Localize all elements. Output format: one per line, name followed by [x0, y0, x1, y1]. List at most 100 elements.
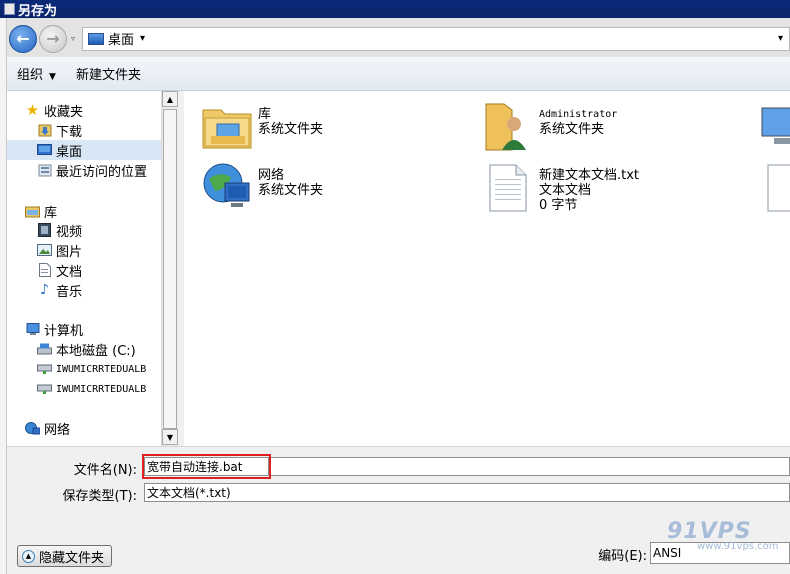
- nav-item-recent-places[interactable]: 最近访问的位置: [37, 160, 147, 180]
- file-list: 库 系统文件夹 Administrator 系统文件夹 网络 系统文件夹 新建文…: [184, 91, 790, 446]
- nav-label: 计算机: [44, 323, 84, 339]
- file-item-partial[interactable]: [766, 161, 790, 213]
- breadcrumb-chevron-icon[interactable]: ▾: [140, 33, 145, 44]
- navigation-scrollbar[interactable]: ▲ ▼: [161, 91, 178, 446]
- nav-item-music[interactable]: ♪ 音乐: [37, 280, 82, 300]
- computer-icon: [756, 100, 790, 152]
- scroll-down-button[interactable]: ▼: [162, 429, 178, 445]
- save-form: 文件名(N): 宽带自动连接.bat 保存类型(T): 文本文档(*.txt) …: [7, 446, 790, 574]
- scroll-thumb[interactable]: [163, 109, 177, 429]
- file-item[interactable]: Administrator 系统文件夹: [482, 100, 617, 152]
- star-icon: ★: [25, 101, 40, 119]
- organize-caret-icon: ▼: [49, 72, 56, 82]
- file-name: 网络: [258, 168, 285, 183]
- hide-folders-button[interactable]: ▲ 隐藏文件夹: [17, 545, 112, 567]
- new-folder-label: 新建文件夹: [75, 68, 141, 83]
- nav-item-network-drive[interactable]: IWUMICRRTEDUALB: [37, 379, 146, 399]
- file-name: Administrator: [539, 109, 618, 120]
- document-icon: [37, 263, 52, 277]
- scroll-up-button[interactable]: ▲: [162, 91, 178, 107]
- picture-icon: [37, 243, 52, 257]
- scroll-up-arrow-icon: ▲: [166, 94, 174, 104]
- new-folder-button[interactable]: 新建文件夹: [66, 64, 151, 83]
- nav-label: 视频: [56, 224, 83, 240]
- address-dropdown-icon[interactable]: ▾: [778, 33, 783, 44]
- file-type: 文本文档: [539, 183, 592, 198]
- nav-label: 网络: [44, 422, 71, 438]
- computer-icon: [25, 322, 40, 336]
- computer-item-partial[interactable]: [756, 100, 790, 152]
- file-name: 新建文本文档.txt: [539, 168, 640, 183]
- local-disk-icon: [37, 342, 52, 356]
- library-icon: [25, 204, 40, 218]
- file-name: 库: [258, 107, 272, 122]
- nav-label: 图片: [56, 244, 83, 260]
- nav-label: 下载: [56, 124, 83, 140]
- file-type: 系统文件夹: [258, 183, 324, 198]
- file-item[interactable]: 网络 系统文件夹: [201, 161, 323, 213]
- title-bar: 另存为: [0, 0, 790, 19]
- nav-item-network-drive[interactable]: IWUMICRRTEDUALB: [37, 359, 146, 379]
- recent-pages-dropdown[interactable]: ▿: [68, 34, 78, 43]
- nav-label: IWUMICRRTEDUALB: [56, 383, 147, 395]
- nav-network[interactable]: 网络: [25, 418, 70, 438]
- desktop-icon: [88, 32, 104, 45]
- recent-places-icon: [37, 163, 52, 177]
- desktop-icon: [37, 143, 52, 157]
- file-type: 系统文件夹: [539, 122, 605, 137]
- user-folder-icon: [482, 100, 534, 152]
- nav-item-downloads[interactable]: 下载: [37, 120, 82, 140]
- breadcrumb-location[interactable]: 桌面: [108, 29, 134, 48]
- text-file-icon: [482, 161, 534, 213]
- text-file-icon: [766, 161, 790, 213]
- nav-item-desktop[interactable]: 桌面: [7, 140, 162, 160]
- nav-item-pictures[interactable]: 图片: [37, 240, 82, 260]
- nav-label: 最近访问的位置: [56, 164, 148, 180]
- nav-item-videos[interactable]: 视频: [37, 220, 82, 240]
- command-toolbar: 组织 ▼ 新建文件夹: [7, 57, 790, 91]
- address-bar: ← → ▿ 桌面 ▾ ▾: [7, 21, 790, 56]
- network-globe-icon: [201, 161, 253, 213]
- nav-item-documents[interactable]: 文档: [37, 260, 82, 280]
- hide-folders-label: 隐藏文件夹: [39, 550, 105, 566]
- watermark-url: www.91vps.com: [697, 541, 779, 552]
- encoding-label: 编码(E):: [598, 549, 647, 564]
- breadcrumb[interactable]: 桌面 ▾ ▾: [82, 26, 790, 51]
- navigation-pane: ★ 收藏夹 下载 桌面 最近访问的位置 库 视频 图片 文档 ♪ 音乐 计算机 …: [7, 91, 162, 446]
- music-icon: ♪: [40, 282, 49, 298]
- nav-item-local-disk[interactable]: 本地磁盘 (C:): [37, 339, 136, 359]
- organize-button[interactable]: 组织 ▼: [7, 64, 66, 83]
- filename-highlight: [142, 454, 271, 479]
- forward-button[interactable]: →: [39, 24, 67, 53]
- nav-libraries[interactable]: 库: [25, 201, 57, 221]
- forward-arrow-icon: →: [46, 29, 60, 48]
- nav-label: 本地磁盘 (C:): [56, 343, 136, 359]
- video-icon: [37, 223, 52, 237]
- network-drive-icon: [37, 362, 52, 376]
- file-type: 系统文件夹: [258, 122, 324, 137]
- filename-label: 文件名(N):: [73, 463, 137, 478]
- filename-input-extension[interactable]: [271, 457, 790, 476]
- filetype-select[interactable]: 文本文档(*.txt): [144, 483, 790, 502]
- nav-label: 收藏夹: [44, 104, 84, 120]
- collapse-up-icon: ▲: [22, 549, 35, 563]
- back-button[interactable]: ←: [9, 24, 37, 53]
- nav-label: IWUMICRRTEDUALB: [56, 363, 147, 375]
- chevron-down-icon: ▿: [70, 34, 75, 43]
- library-folder-icon: [201, 100, 253, 152]
- nav-label: 库: [44, 205, 58, 221]
- nav-label: 桌面: [56, 144, 83, 160]
- nav-label: 音乐: [56, 284, 83, 300]
- nav-favorites[interactable]: ★ 收藏夹: [25, 100, 83, 120]
- window-left-edge: [0, 18, 7, 574]
- nav-computer[interactable]: 计算机: [25, 319, 83, 339]
- file-item[interactable]: 库 系统文件夹: [201, 100, 323, 152]
- window-app-icon: [4, 3, 15, 15]
- file-size: 0 字节: [539, 198, 578, 213]
- download-folder-icon: [37, 123, 52, 137]
- file-item[interactable]: 新建文本文档.txt 文本文档 0 字节: [482, 161, 639, 213]
- network-drive-icon: [37, 382, 52, 396]
- scroll-down-arrow-icon: ▼: [166, 432, 174, 442]
- organize-label: 组织: [17, 68, 44, 83]
- nav-label: 文档: [56, 264, 83, 280]
